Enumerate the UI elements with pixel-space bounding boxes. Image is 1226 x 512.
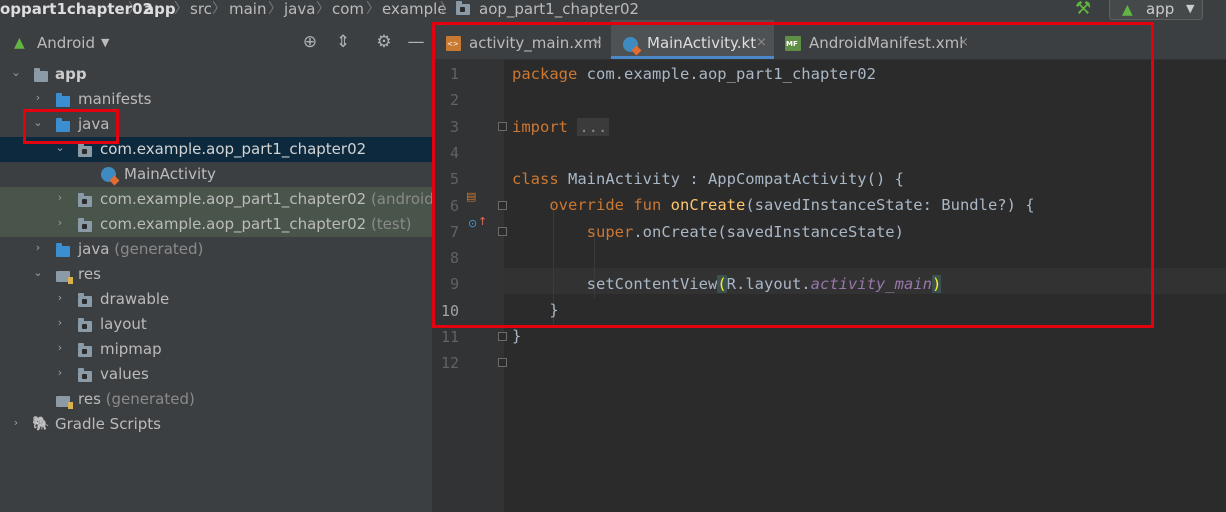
tree-item-res[interactable]: ⌄ res (0, 262, 432, 287)
line-number: 11 (440, 328, 459, 346)
tree-item-label: values (100, 365, 149, 383)
tree-item-mipmap[interactable]: › mipmap (0, 337, 432, 362)
chevron-right-icon: 〉 (212, 1, 226, 17)
code-line-12[interactable]: } (512, 327, 521, 345)
tree-item-suffix: (test) (370, 215, 412, 233)
chevron-right-icon[interactable]: › (33, 242, 43, 253)
chevron-right-icon: 〉 (366, 1, 380, 17)
breadcrumb-main[interactable]: main (229, 0, 266, 20)
gradle-elephant-icon: 🐘 (32, 416, 50, 432)
tree-item-app[interactable]: ⌄ app (0, 62, 432, 87)
chevron-down-icon[interactable]: ⌄ (33, 267, 43, 278)
tree-item-label: java (78, 240, 110, 258)
breadcrumb-example[interactable]: example (382, 0, 447, 20)
resource-folder-icon (56, 396, 73, 409)
breadcrumb-module[interactable]: app (144, 0, 176, 20)
navigation-bar: oppart1chapter02 〉 app 〉 src 〉 main 〉 ja… (0, 0, 1226, 20)
tree-item-label: MainActivity (124, 165, 216, 183)
tree-item-label: res (78, 265, 101, 283)
tree-item-label: com.example.aop_part1_chapter02 (100, 140, 367, 158)
chevron-right-icon[interactable]: › (55, 217, 65, 228)
folder-icon (78, 318, 92, 332)
breadcrumb-java[interactable]: java (284, 0, 315, 20)
module-folder-icon (34, 68, 48, 82)
locate-icon[interactable]: ⊕ (300, 32, 320, 52)
chevron-down-icon[interactable]: ▼ (101, 36, 109, 49)
line-number: 12 (440, 354, 459, 372)
tree-item-package-androidtest[interactable]: › com.example.aop_part1_chapter02 (andro… (0, 187, 469, 212)
package-folder-icon (78, 143, 92, 157)
chevron-right-icon[interactable]: › (33, 92, 43, 103)
tree-item-mainactivity[interactable]: MainActivity (0, 162, 432, 187)
fold-marker-icon[interactable] (498, 332, 507, 341)
project-view-selector[interactable]: Android (37, 34, 95, 52)
collapse-all-icon[interactable]: ⇕ (333, 32, 353, 52)
tree-item-layout[interactable]: › layout (0, 312, 432, 337)
tree-item-label: Gradle Scripts (55, 415, 161, 433)
tree-item-suffix: (generated) (114, 240, 204, 258)
chevron-right-icon[interactable]: › (55, 317, 65, 328)
chevron-down-icon[interactable]: ⌄ (55, 142, 65, 153)
tree-item-values[interactable]: › values (0, 362, 432, 387)
chevron-right-icon[interactable]: › (11, 417, 21, 428)
tree-item-label: res (78, 390, 101, 408)
breadcrumb-src[interactable]: src (190, 0, 212, 20)
kotlin-class-icon (101, 167, 116, 182)
chevron-right-icon[interactable]: › (55, 292, 65, 303)
project-panel-header: ▲ Android ▼ ⊕ ⇕ ⚙ — (0, 20, 432, 64)
tree-item-suffix: (generated) (105, 390, 195, 408)
generated-folder-icon (56, 243, 70, 257)
package-folder-icon (456, 1, 470, 15)
tree-item-java-generated[interactable]: › java (generated) (0, 237, 432, 262)
run-configuration-dropdown[interactable]: ▲ app ▼ (1109, 0, 1203, 20)
package-folder-icon (78, 218, 92, 232)
gear-icon[interactable]: ⚙ (374, 32, 394, 52)
highlight-box-java-folder (23, 109, 119, 144)
folder-icon (78, 368, 92, 382)
tree-item-label: app (55, 65, 87, 83)
chevron-right-icon: 〉 (128, 1, 142, 17)
chevron-right-icon: 〉 (268, 1, 282, 17)
android-icon: ▲ (14, 35, 25, 51)
code-text: } (512, 327, 522, 345)
package-folder-icon (78, 193, 92, 207)
tree-item-drawable[interactable]: › drawable (0, 287, 432, 312)
chevron-down-icon[interactable]: ⌄ (11, 67, 21, 78)
chevron-right-icon[interactable]: › (55, 367, 65, 378)
resource-folder-icon (56, 271, 73, 284)
project-panel: ▲ Android ▼ ⊕ ⇕ ⚙ — ⌄ app › manifests ⌄ … (0, 20, 469, 512)
tree-item-label: manifests (78, 90, 152, 108)
hammer-icon[interactable]: ⚒ (1075, 0, 1095, 18)
tree-item-label: com.example.aop_part1_chapter02 (100, 215, 367, 233)
android-icon: ▲ (1122, 2, 1133, 18)
chevron-down-icon: ▼ (1186, 2, 1195, 15)
folder-icon (78, 343, 92, 357)
breadcrumb-com[interactable]: com (332, 0, 364, 20)
chevron-right-icon: 〉 (316, 1, 330, 17)
tree-item-label: mipmap (100, 340, 162, 358)
tree-item-package-test[interactable]: › com.example.aop_part1_chapter02 (test) (0, 212, 432, 237)
minimize-icon[interactable]: — (406, 32, 426, 52)
tree-item-label: layout (100, 315, 147, 333)
fold-marker-icon[interactable] (498, 358, 507, 367)
tree-item-label: com.example.aop_part1_chapter02 (100, 190, 367, 208)
chevron-right-icon: 〉 (440, 1, 454, 17)
tree-item-gradle-scripts[interactable]: › 🐘 Gradle Scripts (0, 412, 432, 437)
tree-item-label: drawable (100, 290, 170, 308)
tree-item-res-generated[interactable]: res (generated) (0, 387, 432, 412)
highlight-box-editor (432, 22, 1154, 328)
run-configuration-label: app (1146, 0, 1175, 18)
chevron-right-icon[interactable]: › (55, 342, 65, 353)
chevron-right-icon: 〉 (174, 1, 188, 17)
breadcrumb-package[interactable]: aop_part1_chapter02 (479, 0, 639, 20)
folder-icon (78, 293, 92, 307)
folder-icon (56, 93, 70, 107)
chevron-right-icon[interactable]: › (55, 192, 65, 203)
